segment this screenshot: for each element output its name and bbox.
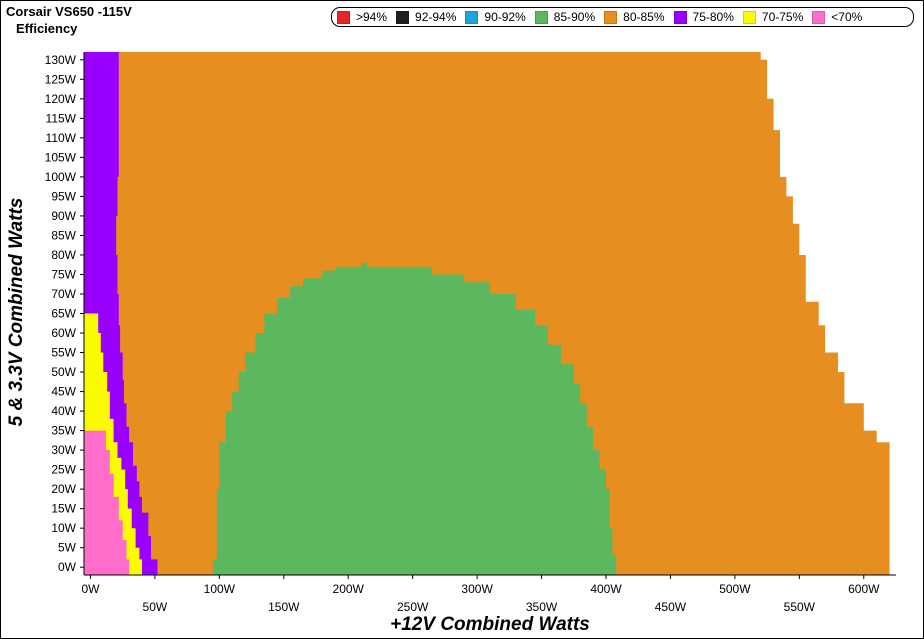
y-tick-label: 125W	[45, 72, 77, 86]
x-tick-label: 450W	[655, 600, 687, 614]
x-tick-label: 300W	[461, 582, 493, 596]
y-tick-label: 80W	[51, 248, 76, 262]
y-tick-label: 90W	[51, 209, 76, 223]
y-tick-label: 130W	[45, 53, 77, 67]
x-tick-label: 400W	[590, 582, 622, 596]
y-tick-label: 75W	[51, 267, 76, 281]
x-tick-label: 350W	[526, 600, 558, 614]
y-tick-label: 0W	[58, 560, 77, 574]
x-tick-label: 0W	[81, 582, 100, 596]
y-tick-label: 85W	[51, 228, 76, 242]
regions	[84, 52, 890, 575]
y-tick-label: 100W	[45, 170, 77, 184]
y-tick-label: 20W	[51, 482, 76, 496]
x-tick-label: 200W	[333, 582, 365, 596]
y-tick-label: 70W	[51, 287, 76, 301]
x-tick-label: 250W	[397, 600, 429, 614]
y-tick-label: 115W	[46, 111, 77, 125]
y-tick-label: 65W	[51, 307, 76, 321]
y-tick-label: 15W	[51, 502, 76, 516]
y-tick-label: 95W	[51, 189, 76, 203]
y-tick-label: 50W	[51, 365, 76, 379]
x-tick-label: 50W	[143, 600, 168, 614]
y-tick-label: 105W	[45, 150, 77, 164]
y-tick-label: 25W	[51, 463, 76, 477]
y-tick-label: 120W	[45, 92, 77, 106]
x-tick-label: 150W	[268, 600, 300, 614]
y-tick-label: 5W	[58, 541, 77, 555]
x-tick-label: 550W	[784, 600, 816, 614]
y-tick-label: 30W	[51, 443, 76, 457]
y-tick-label: 60W	[51, 326, 76, 340]
x-tick-label: 100W	[204, 582, 236, 596]
y-tick-label: 10W	[51, 521, 76, 535]
y-tick-label: 55W	[51, 346, 76, 360]
x-tick-label: 500W	[719, 582, 751, 596]
y-tick-label: 35W	[51, 424, 76, 438]
x-tick-label: 600W	[848, 582, 880, 596]
efficiency-chart: 0W 5W 10W 15W 20W 25W 30W 35W 40W 45W 50W 55W 60W 65W…	[45, 52, 896, 614]
y-tick-label: 40W	[51, 404, 76, 418]
y-tick-label: 110W	[46, 131, 77, 145]
y-tick-label: 45W	[51, 385, 76, 399]
